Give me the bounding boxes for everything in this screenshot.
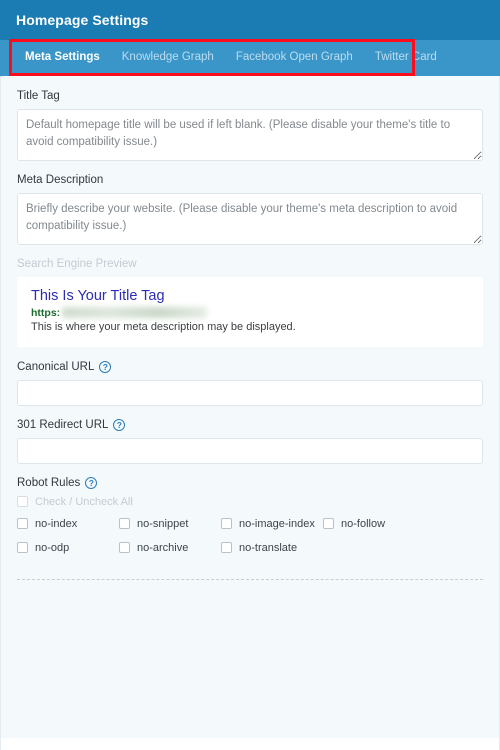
- checkbox-box[interactable]: [119, 518, 130, 530]
- redirect-url-input[interactable]: [17, 437, 483, 464]
- tab-label: Facebook Open Graph: [235, 50, 353, 63]
- checkbox-no-archive[interactable]: no-archive: [119, 542, 221, 554]
- footer-divider: [17, 578, 483, 580]
- help-icon[interactable]: ?: [85, 476, 98, 489]
- settings-form: Title Tag Meta Description Search Engine…: [0, 76, 500, 738]
- page-title: Homepage Settings: [16, 12, 149, 28]
- serp-description: This is where your meta description may …: [31, 320, 296, 333]
- panel-footer: Update: [0, 738, 500, 750]
- checkbox-no-follow[interactable]: no-follow: [323, 518, 425, 530]
- title-tag-field: Title Tag: [17, 90, 483, 161]
- robot-rules-checkbox-grid: no-index no-snippet no-image-index no-fo…: [17, 518, 483, 566]
- title-tag-label: Title Tag: [17, 90, 483, 102]
- serp-title: This Is Your Title Tag: [31, 288, 165, 304]
- canonical-url-input[interactable]: [17, 379, 483, 406]
- serp-url-redacted: [62, 307, 208, 319]
- checkbox-box[interactable]: [17, 542, 28, 554]
- checkbox-box[interactable]: [17, 518, 28, 530]
- check-uncheck-all-label: Check / Uncheck All: [35, 495, 133, 508]
- meta-description-field: Meta Description: [17, 174, 483, 245]
- robot-rules-label: Robot Rules ?: [17, 476, 483, 489]
- checkbox-box[interactable]: [221, 542, 232, 554]
- check-uncheck-all-row[interactable]: Check / Uncheck All: [17, 496, 483, 508]
- label-text: Search Engine Preview: [17, 258, 137, 270]
- tab-knowledge-graph[interactable]: Knowledge Graph: [111, 40, 225, 76]
- panel-header: Homepage Settings: [0, 0, 500, 40]
- checkbox-label: no-odp: [35, 541, 70, 554]
- checkbox-no-odp[interactable]: no-odp: [17, 542, 119, 554]
- label-text: Meta Description: [17, 174, 104, 186]
- tab-label: Meta Settings: [25, 50, 100, 63]
- checkbox-label: no-index: [35, 517, 78, 530]
- tab-facebook-open-graph[interactable]: Facebook Open Graph: [225, 40, 364, 76]
- serp-url: https:: [31, 307, 469, 319]
- serp-preview-card: This Is Your Title Tag https: This is wh…: [17, 277, 483, 347]
- help-icon[interactable]: ?: [113, 418, 126, 431]
- label-text: Title Tag: [17, 90, 60, 102]
- checkbox-box[interactable]: [221, 518, 232, 530]
- checkbox-no-image-index[interactable]: no-image-index: [221, 518, 323, 530]
- checkbox-no-snippet[interactable]: no-snippet: [119, 518, 221, 530]
- redirect-url-label: 301 Redirect URL ?: [17, 418, 483, 431]
- serp-url-protocol: https:: [31, 306, 61, 319]
- label-text: 301 Redirect URL: [17, 418, 109, 431]
- checkbox-label: no-snippet: [137, 517, 189, 530]
- canonical-url-label: Canonical URL ?: [17, 360, 483, 373]
- search-engine-preview-label: Search Engine Preview: [17, 258, 483, 270]
- redirect-url-field: 301 Redirect URL ?: [17, 418, 483, 464]
- tab-twitter-card[interactable]: Twitter Card: [364, 40, 448, 76]
- canonical-url-field: Canonical URL ?: [17, 360, 483, 406]
- help-icon[interactable]: ?: [99, 360, 112, 373]
- check-uncheck-all-checkbox[interactable]: [17, 496, 28, 508]
- robot-rules-section: Robot Rules ? Check / Uncheck All no-ind…: [17, 476, 483, 566]
- label-text: Robot Rules: [17, 476, 81, 489]
- checkbox-label: no-image-index: [239, 517, 315, 530]
- tab-bar: Meta Settings Knowledge Graph Facebook O…: [0, 40, 500, 76]
- title-tag-input[interactable]: [17, 109, 483, 161]
- meta-description-input[interactable]: [17, 193, 483, 245]
- homepage-settings-panel: Homepage Settings Meta Settings Knowledg…: [0, 0, 500, 750]
- checkbox-label: no-follow: [341, 517, 386, 530]
- search-engine-preview-section: Search Engine Preview This Is Your Title…: [17, 258, 483, 347]
- meta-description-label: Meta Description: [17, 174, 483, 186]
- checkbox-label: no-translate: [239, 541, 298, 554]
- tab-label: Twitter Card: [374, 50, 437, 63]
- checkbox-box[interactable]: [119, 542, 130, 554]
- label-text: Canonical URL: [17, 360, 95, 373]
- tab-meta-settings[interactable]: Meta Settings: [14, 40, 111, 76]
- checkbox-box[interactable]: [323, 518, 334, 530]
- tab-label: Knowledge Graph: [121, 50, 214, 63]
- checkbox-label: no-archive: [137, 541, 189, 554]
- checkbox-no-translate[interactable]: no-translate: [221, 542, 323, 554]
- checkbox-no-index[interactable]: no-index: [17, 518, 119, 530]
